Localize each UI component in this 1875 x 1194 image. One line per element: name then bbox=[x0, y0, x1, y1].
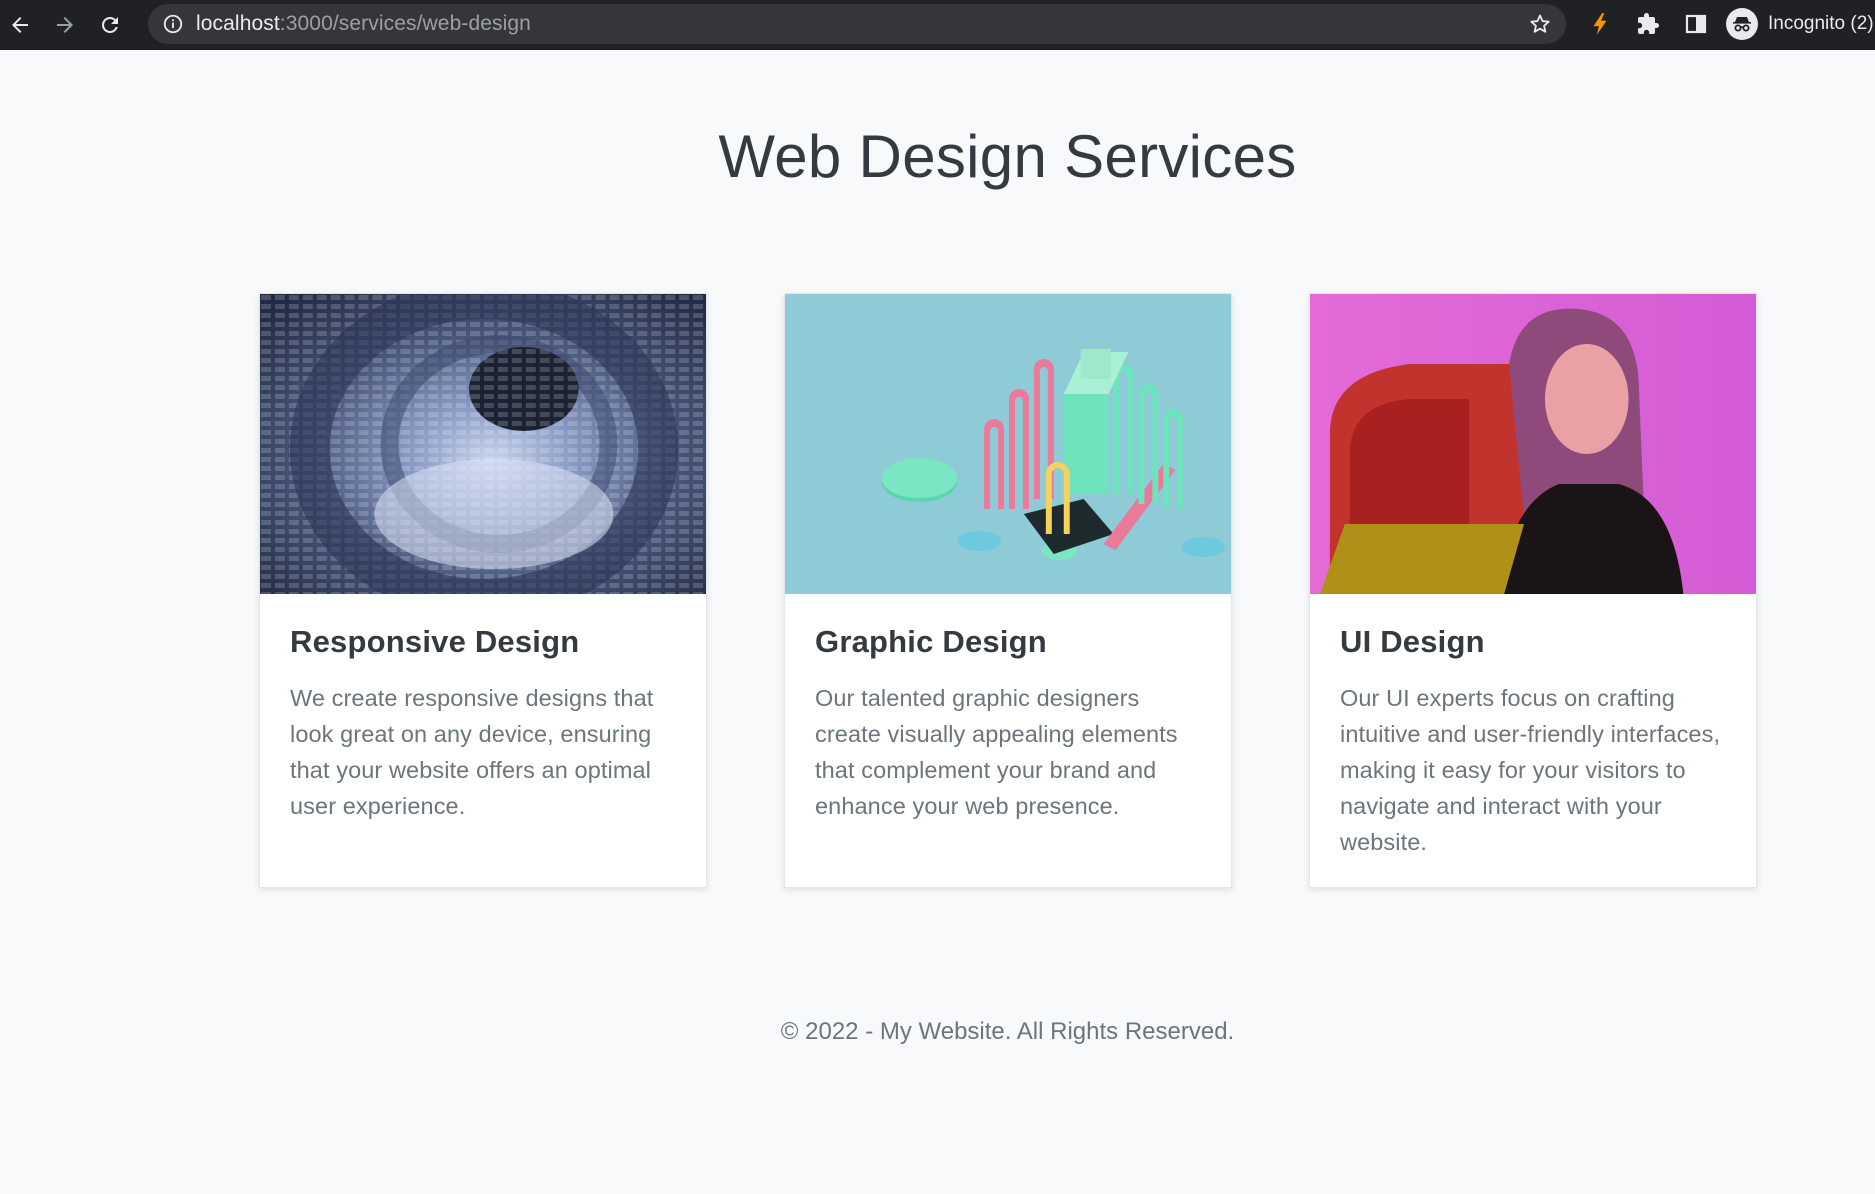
profile-button[interactable]: Incognito (2) bbox=[1726, 4, 1874, 44]
card-title: UI Design bbox=[1340, 624, 1485, 659]
side-panel-icon[interactable] bbox=[1682, 10, 1710, 38]
info-icon[interactable] bbox=[162, 13, 184, 35]
card-image-tunnel bbox=[260, 294, 706, 594]
star-icon[interactable] bbox=[1528, 12, 1552, 36]
forward-icon bbox=[57, 17, 73, 33]
url-text: localhost:3000/services/web-design bbox=[196, 12, 531, 36]
lightning-extension-icon[interactable] bbox=[1586, 10, 1614, 38]
page-title: Web Design Services bbox=[718, 123, 1297, 190]
reload-button[interactable] bbox=[90, 5, 130, 45]
card-description: Our talented graphic designers create vi… bbox=[815, 685, 1178, 819]
service-card-graphic: Graphic Design Our talented graphic desi… bbox=[784, 293, 1232, 888]
url-host: localhost bbox=[196, 12, 280, 35]
footer-copyright: © 2022 - My Website. All Rights Reserved… bbox=[780, 1018, 1235, 1045]
back-button[interactable] bbox=[0, 5, 40, 45]
service-card-responsive: Responsive Design We create responsive d… bbox=[259, 293, 707, 888]
card-description: We create responsive designs that look g… bbox=[290, 685, 654, 819]
card-image-portrait bbox=[1310, 294, 1756, 594]
reload-icon bbox=[102, 17, 118, 33]
puzzle-extension-icon[interactable] bbox=[1634, 10, 1662, 38]
card-image-isometric bbox=[785, 294, 1231, 594]
back-icon bbox=[12, 17, 28, 33]
card-description: Our UI experts focus on crafting intuiti… bbox=[1340, 685, 1721, 855]
browser-toolbar: localhost:3000/services/web-design Incog… bbox=[0, 0, 1875, 50]
forward-button[interactable] bbox=[45, 5, 85, 45]
profile-label: Incognito (2) bbox=[1768, 13, 1874, 34]
url-path: :3000/services/web-design bbox=[279, 12, 531, 35]
card-title: Responsive Design bbox=[290, 624, 580, 659]
service-card-ui: UI Design Our UI experts focus on crafti… bbox=[1309, 293, 1757, 888]
incognito-icon bbox=[1726, 8, 1758, 40]
card-title: Graphic Design bbox=[815, 624, 1047, 659]
address-bar[interactable]: localhost:3000/services/web-design bbox=[148, 4, 1566, 44]
